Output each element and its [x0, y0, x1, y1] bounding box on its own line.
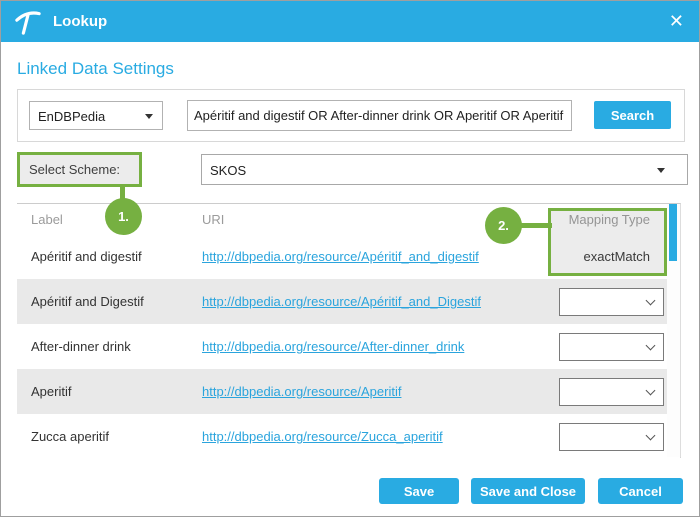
annotation-step-1: 1. — [105, 198, 142, 235]
chevron-down-icon — [646, 295, 656, 305]
mapping-type-select[interactable] — [559, 288, 664, 316]
column-header-mapping-type: Mapping Type — [533, 212, 680, 227]
chevron-down-icon — [646, 340, 656, 350]
results-table: Label URI Mapping Type Apéritif and dige… — [17, 203, 681, 458]
lookup-dialog: Lookup ✕ Linked Data Settings EnDBPedia … — [0, 0, 700, 517]
annotation-step-2: 2. — [485, 207, 522, 244]
scheme-select-value: SKOS — [210, 163, 246, 178]
table-scrollbar[interactable] — [669, 204, 677, 261]
table-row: After-dinner drink http://dbpedia.org/re… — [17, 324, 680, 369]
close-icon[interactable]: ✕ — [669, 10, 684, 32]
search-button[interactable]: Search — [594, 101, 671, 129]
select-scheme-label: Select Scheme: — [17, 152, 142, 187]
table-row: Apéritif and Digestif http://dbpedia.org… — [17, 279, 680, 324]
dialog-title: Lookup — [53, 13, 107, 30]
row-uri-link[interactable]: http://dbpedia.org/resource/After-dinner… — [202, 339, 464, 354]
chevron-down-icon — [646, 385, 656, 395]
dialog-header: Lookup ✕ — [1, 1, 699, 42]
scheme-select[interactable]: SKOS — [201, 154, 688, 185]
row-uri-link[interactable]: http://dbpedia.org/resource/Apéritif_and… — [202, 249, 479, 264]
app-logo-icon — [15, 9, 41, 35]
source-select[interactable]: EnDBPedia — [29, 101, 163, 130]
row-label: After-dinner drink — [17, 339, 202, 354]
table-row: Zucca aperitif http://dbpedia.org/resour… — [17, 414, 680, 459]
row-label: Aperitif — [17, 384, 202, 399]
save-button[interactable]: Save — [379, 478, 459, 504]
column-header-uri: URI — [202, 212, 533, 227]
search-panel: EnDBPedia Search — [17, 89, 685, 142]
table-scrollbar-track — [667, 204, 680, 457]
chevron-down-icon — [646, 430, 656, 440]
mapping-type-select[interactable] — [559, 423, 664, 451]
mapping-type-select[interactable] — [559, 333, 664, 361]
row-uri-link[interactable]: http://dbpedia.org/resource/Apéritif_and… — [202, 294, 481, 309]
search-query-input[interactable] — [187, 100, 572, 131]
save-and-close-button[interactable]: Save and Close — [471, 478, 585, 504]
table-row: Apéritif and digestif http://dbpedia.org… — [17, 234, 680, 279]
mapping-type-select[interactable] — [559, 378, 664, 406]
row-uri-link[interactable]: http://dbpedia.org/resource/Zucca_aperit… — [202, 429, 443, 444]
row-uri-link[interactable]: http://dbpedia.org/resource/Aperitif — [202, 384, 401, 399]
source-select-value: EnDBPedia — [38, 109, 105, 124]
cancel-button[interactable]: Cancel — [598, 478, 683, 504]
mapping-type-value: exactMatch — [584, 249, 650, 264]
section-title: Linked Data Settings — [17, 59, 174, 79]
row-label: Apéritif and Digestif — [17, 294, 202, 309]
table-row: Aperitif http://dbpedia.org/resource/Ape… — [17, 369, 680, 414]
select-scheme-label-text: Select Scheme: — [29, 162, 120, 177]
row-label: Apéritif and digestif — [17, 249, 202, 264]
chevron-down-icon — [145, 114, 153, 119]
row-label: Zucca aperitif — [17, 429, 202, 444]
chevron-down-icon — [657, 168, 665, 173]
